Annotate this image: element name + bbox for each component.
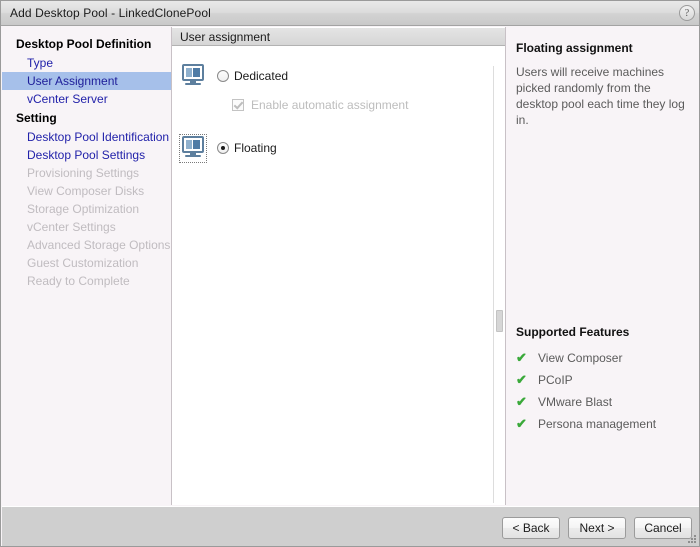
- title-bar: Add Desktop Pool - LinkedClonePool ?: [1, 1, 699, 26]
- sidebar-item-desktop-pool-identification[interactable]: Desktop Pool Identification: [2, 128, 171, 146]
- window-title: Add Desktop Pool - LinkedClonePool: [10, 6, 211, 20]
- next-button[interactable]: Next >: [568, 517, 626, 539]
- feature-label: Persona management: [538, 417, 657, 431]
- sidebar-item-vcenter-settings: vCenter Settings: [27, 220, 116, 234]
- option-floating-label: Floating: [234, 141, 277, 155]
- sidebar-item-storage-optimization: Storage Optimization: [27, 202, 140, 216]
- content-body: Dedicated Enable automatic assignment Fl…: [172, 46, 505, 503]
- check-icon: ✔: [516, 372, 527, 387]
- dialog-footer: < Back Next > Cancel: [2, 506, 699, 546]
- sidebar-item-ready-to-complete: Ready to Complete: [27, 274, 130, 288]
- supported-features: Supported Features ✔ View Composer ✔ PCo…: [516, 325, 696, 435]
- option-dedicated-label: Dedicated: [234, 69, 289, 83]
- feature-label: PCoIP: [538, 373, 573, 387]
- enable-automatic-assignment-row: Enable automatic assignment: [172, 94, 505, 116]
- footer-button-bar: < Back Next > Cancel: [502, 517, 692, 539]
- wizard-sidebar: Desktop Pool Definition Type User Assign…: [2, 27, 172, 505]
- info-panel: Floating assignment Users will receive m…: [507, 27, 699, 505]
- option-dedicated[interactable]: Dedicated: [172, 58, 505, 94]
- sidebar-item-type[interactable]: Type: [2, 54, 171, 72]
- sidebar-item-advanced-storage-options: Advanced Storage Options: [27, 238, 171, 252]
- back-button[interactable]: < Back: [502, 517, 560, 539]
- cancel-button[interactable]: Cancel: [634, 517, 692, 539]
- info-panel-title: Floating assignment: [516, 41, 633, 55]
- add-desktop-pool-dialog: Add Desktop Pool - LinkedClonePool ? Des…: [0, 0, 700, 547]
- sidebar-item-view-composer-disks: View Composer Disks: [27, 184, 145, 198]
- feature-item: ✔ VMware Blast: [516, 391, 696, 413]
- check-icon: ✔: [516, 350, 527, 365]
- feature-item: ✔ View Composer: [516, 347, 696, 369]
- sidebar-item-guest-customization: Guest Customization: [27, 256, 139, 270]
- desktop-monitor-icon-floating: [179, 133, 207, 163]
- feature-label: VMware Blast: [538, 395, 613, 409]
- feature-item: ✔ PCoIP: [516, 369, 696, 391]
- check-icon: ✔: [516, 416, 527, 431]
- sidebar-group-title-definition: Desktop Pool Definition: [16, 37, 152, 51]
- radio-floating[interactable]: [217, 142, 229, 154]
- sidebar-item-provisioning-settings: Provisioning Settings: [27, 166, 140, 180]
- help-icon[interactable]: ?: [679, 5, 695, 21]
- info-panel-description: Users will receive machines picked rando…: [516, 65, 685, 127]
- sidebar-item-desktop-pool-settings[interactable]: Desktop Pool Settings: [2, 146, 171, 164]
- scrollbar-thumb[interactable]: [496, 310, 503, 332]
- main-content: User assignment Dedicated Enable automat…: [172, 27, 506, 505]
- radio-dedicated[interactable]: [217, 70, 229, 82]
- desktop-monitor-icon-dedicated: [181, 63, 205, 89]
- section-header: User assignment: [172, 27, 505, 46]
- content-scrollbar[interactable]: [493, 66, 505, 503]
- sidebar-item-user-assignment[interactable]: User Assignment: [2, 72, 171, 90]
- checkbox-enable-automatic-assignment: [232, 99, 244, 111]
- option-floating[interactable]: Floating: [172, 130, 505, 166]
- resize-grip[interactable]: [688, 535, 697, 544]
- enable-automatic-assignment-label: Enable automatic assignment: [251, 98, 409, 112]
- feature-label: View Composer: [538, 351, 623, 365]
- feature-item: ✔ Persona management: [516, 413, 696, 435]
- check-icon: ✔: [516, 394, 527, 409]
- sidebar-group-title-setting: Setting: [16, 111, 57, 125]
- sidebar-item-vcenter-server[interactable]: vCenter Server: [2, 90, 171, 108]
- supported-features-title: Supported Features: [516, 325, 630, 339]
